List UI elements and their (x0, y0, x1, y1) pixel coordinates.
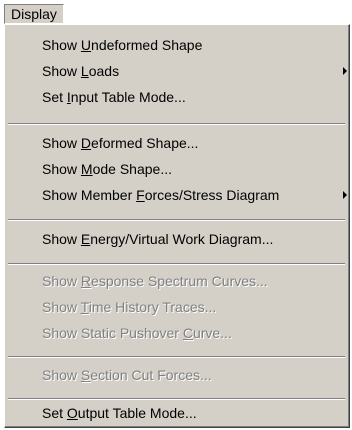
menu-separator (8, 398, 345, 400)
menu-item-show-deformed-shape[interactable]: Show Deformed Shape... (5, 131, 349, 155)
menu-item-show-time-history-traces: Show Time History Traces... (5, 295, 349, 319)
menu-item-label: Show Deformed Shape... (42, 135, 199, 151)
menu-item-label: Set Input Table Mode... (42, 89, 186, 105)
menu-item-set-input-table-mode[interactable]: Set Input Table Mode... (5, 85, 349, 109)
menu-item-label: Show Mode Shape... (42, 161, 172, 177)
menu-item-show-static-pushover-curve: Show Static Pushover Curve... (5, 321, 349, 345)
menu-item-show-section-cut-forces: Show Section Cut Forces... (5, 363, 349, 387)
menu-separator (8, 219, 345, 221)
menu-item-label: Show Member Forces/Stress Diagram (42, 187, 280, 203)
menu-item-label: Show Energy/Virtual Work Diagram... (42, 231, 274, 247)
menu-item-label: Show Response Spectrum Curves... (42, 273, 268, 289)
menu-item-label: Show Loads (42, 63, 120, 79)
menu-separator (8, 356, 345, 358)
menu-item-set-output-table-mode[interactable]: Set Output Table Mode... (5, 401, 349, 425)
menu-separator (8, 123, 345, 125)
display-menu-dropdown: Show Undeformed Shape Show Loads Set Inp… (4, 24, 350, 428)
submenu-arrow-icon (343, 67, 347, 75)
menu-item-label: Show Undeformed Shape (42, 37, 203, 53)
menu-item-show-loads[interactable]: Show Loads (5, 59, 349, 83)
menu-item-label: Set Output Table Mode... (42, 405, 197, 421)
menu-separator (8, 263, 345, 265)
display-menu-title[interactable]: Display (4, 4, 64, 24)
menu-item-label: Show Static Pushover Curve... (42, 325, 232, 341)
menu-item-show-undeformed-shape[interactable]: Show Undeformed Shape (5, 33, 349, 57)
menu-item-show-response-spectrum-curves: Show Response Spectrum Curves... (5, 269, 349, 293)
menu-item-label: Show Time History Traces... (42, 299, 217, 315)
menu-item-show-energy-virtual-work-diagram[interactable]: Show Energy/Virtual Work Diagram... (5, 227, 349, 251)
menu-item-label: Show Section Cut Forces... (42, 367, 212, 383)
submenu-arrow-icon (343, 191, 347, 199)
menu-item-show-mode-shape[interactable]: Show Mode Shape... (5, 157, 349, 181)
menu-item-show-member-forces-stress-diagram[interactable]: Show Member Forces/Stress Diagram (5, 183, 349, 207)
